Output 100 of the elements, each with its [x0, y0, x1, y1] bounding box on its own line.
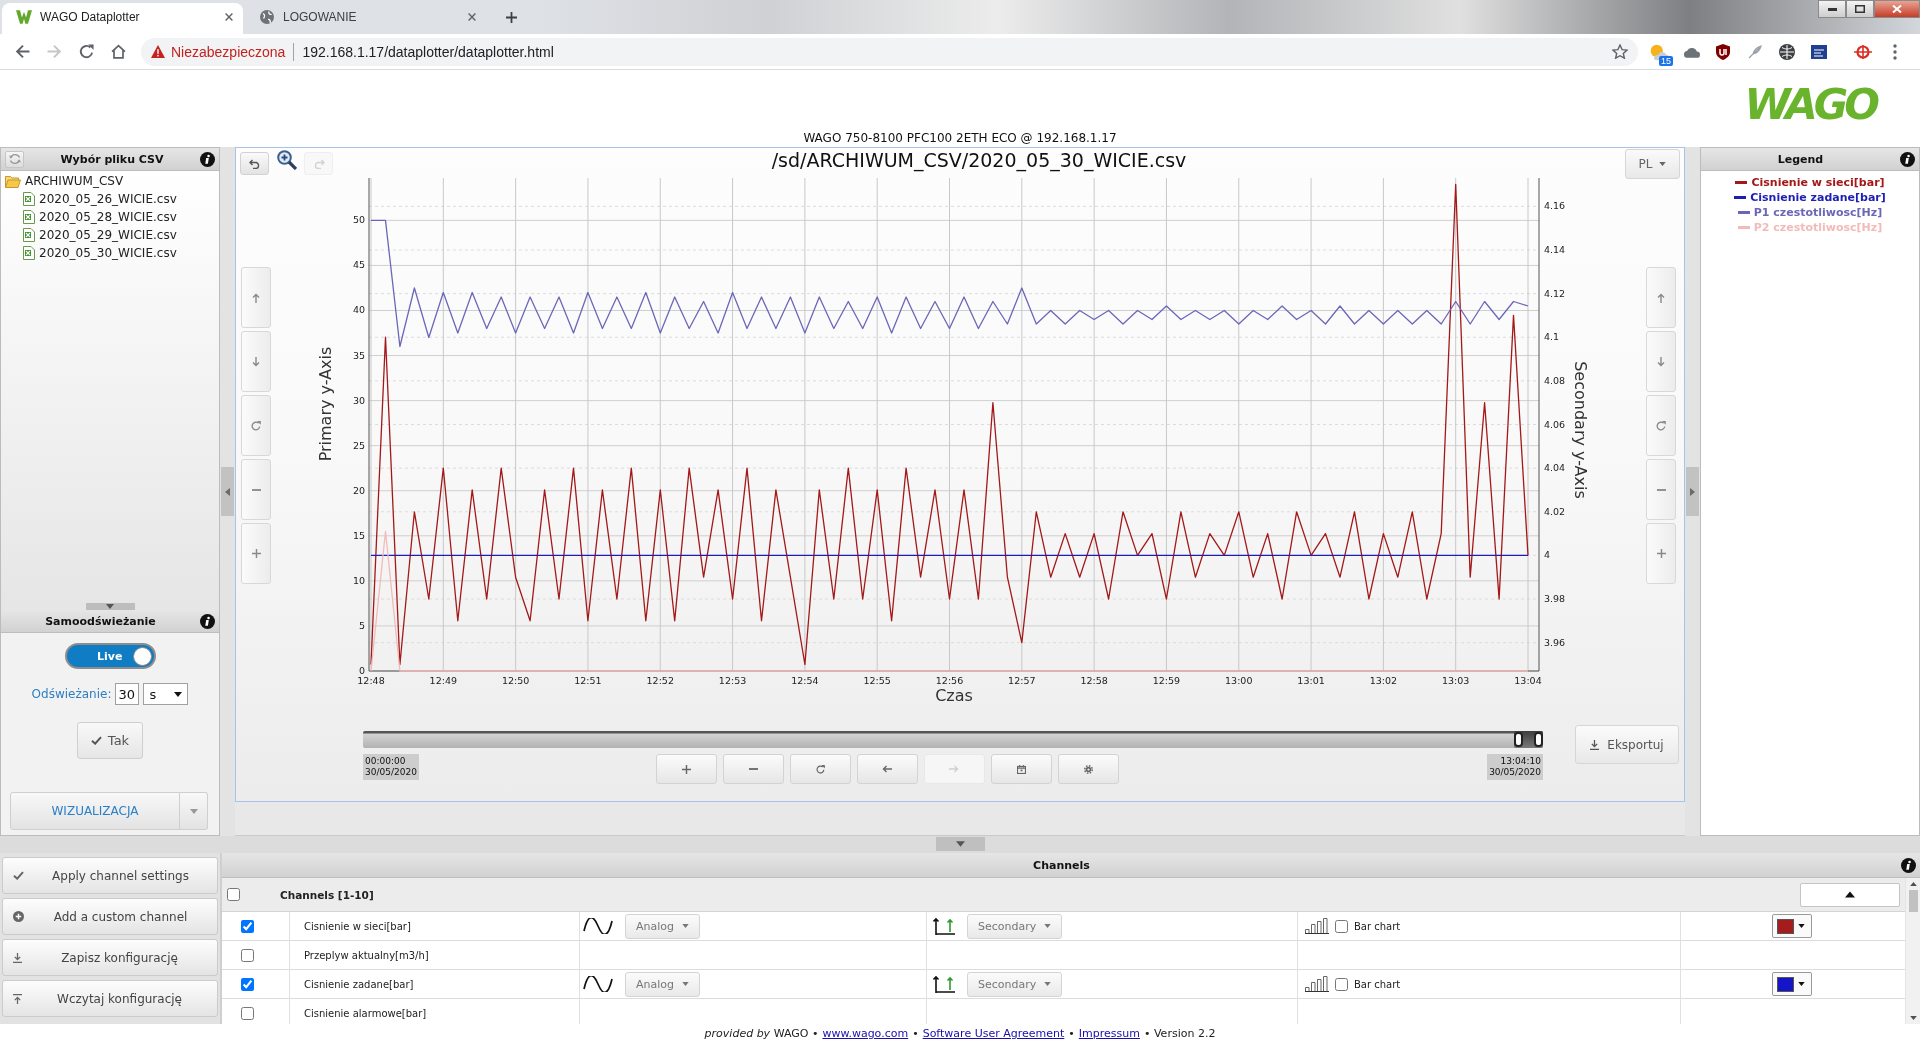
- browser-tab[interactable]: WAGO Dataplotter: [2, 3, 243, 34]
- unit-dropdown[interactable]: s: [143, 683, 189, 705]
- signal-type-dropdown[interactable]: Analog: [625, 913, 700, 939]
- axis-dropdown[interactable]: Secondary: [967, 913, 1063, 939]
- slider-handle[interactable]: [1534, 732, 1543, 747]
- bar-chart-checkbox[interactable]: [1335, 977, 1348, 991]
- collapse-handle[interactable]: [935, 837, 985, 851]
- menu-icon[interactable]: [1893, 43, 1897, 60]
- tick-label: 25: [352, 439, 365, 451]
- load-config-button[interactable]: Wczytaj konfigurację: [2, 980, 218, 1017]
- tick-label: 3.98: [1544, 593, 1566, 604]
- view-button[interactable]: WIZUALIZACJA: [10, 792, 180, 830]
- row-checkbox[interactable]: [241, 1006, 254, 1020]
- home-icon[interactable]: [110, 44, 126, 59]
- info-icon[interactable]: [1901, 857, 1916, 873]
- legend-label[interactable]: Cisnienie zadane[bar]: [1750, 191, 1886, 204]
- tree-item[interactable]: 2020_05_26_WICIE.csv: [23, 190, 219, 208]
- triangle-left-icon: [225, 487, 230, 496]
- tick-label: 12:57: [1008, 675, 1036, 686]
- date-button[interactable]: [990, 754, 1052, 784]
- feather-icon[interactable]: [1748, 44, 1762, 59]
- security-label[interactable]: Niezabezpieczona: [171, 43, 286, 60]
- add-channel-button[interactable]: Add a custom channel: [2, 898, 218, 935]
- color-picker[interactable]: [1772, 972, 1812, 996]
- close-button[interactable]: [1874, 0, 1920, 18]
- minimize-button[interactable]: [1818, 0, 1846, 18]
- axis-dropdown[interactable]: Secondary: [967, 971, 1063, 997]
- row-checkbox[interactable]: [241, 948, 254, 962]
- tick-label: 4.14: [1544, 244, 1566, 255]
- collapse-handle[interactable]: [85, 603, 135, 610]
- tree-item[interactable]: 2020_05_28_WICIE.csv: [23, 208, 219, 226]
- close-icon[interactable]: [225, 13, 233, 21]
- save-config-button[interactable]: Zapisz konfigurację: [2, 939, 218, 976]
- reload-icon[interactable]: [78, 44, 94, 59]
- select-all-checkbox[interactable]: [227, 888, 240, 901]
- dropdown-toggle[interactable]: [180, 792, 208, 830]
- tree-item[interactable]: ARCHIWUM_CSV: [5, 172, 219, 190]
- export-button[interactable]: Eksportuj: [1575, 725, 1679, 764]
- bar-chart-checkbox[interactable]: [1335, 919, 1348, 933]
- caret-icon: [682, 924, 689, 928]
- confirm-button[interactable]: Tak: [77, 722, 143, 759]
- footer-link[interactable]: Software User Agreement: [922, 1027, 1065, 1040]
- tick-label: 12:58: [1080, 675, 1108, 686]
- tick-label: 4.12: [1544, 287, 1566, 299]
- scrollbar-thumb[interactable]: [1908, 890, 1918, 912]
- color-picker[interactable]: [1772, 914, 1812, 938]
- range-selection[interactable]: [1513, 731, 1543, 748]
- shield-icon[interactable]: [1716, 43, 1730, 60]
- tree-item[interactable]: 2020_05_29_WICIE.csv: [23, 226, 219, 244]
- row-checkbox[interactable]: [241, 919, 254, 933]
- back-arrow-icon[interactable]: [14, 44, 30, 59]
- row-checkbox[interactable]: [241, 977, 254, 991]
- spreadsheet-file-icon: [23, 210, 35, 224]
- tree-item[interactable]: 2020_05_30_WICIE.csv: [23, 244, 219, 262]
- apply-button[interactable]: Apply channel settings: [2, 857, 218, 894]
- collapse-handle[interactable]: [1686, 467, 1699, 516]
- star-icon[interactable]: [1612, 44, 1628, 59]
- footer-link[interactable]: www.wago.com: [822, 1027, 909, 1040]
- legend-label[interactable]: Cisnienie w sieci[bar]: [1751, 176, 1885, 189]
- collapse-handle[interactable]: [221, 467, 234, 516]
- signal-type-dropdown[interactable]: Analog: [625, 971, 700, 997]
- reset-icon: [1656, 420, 1666, 431]
- info-icon[interactable]: [200, 613, 215, 629]
- arrow-right-icon: [949, 765, 960, 773]
- maximize-button[interactable]: [1846, 0, 1874, 18]
- maximize-icon: [1855, 5, 1865, 13]
- close-icon[interactable]: [468, 13, 476, 21]
- reset-icon: [251, 420, 261, 431]
- tick-label: 4.02: [1544, 505, 1566, 517]
- globe-icon[interactable]: [1779, 43, 1795, 60]
- triangle-down-icon: [955, 841, 965, 847]
- language-dropdown[interactable]: PL: [1625, 149, 1680, 179]
- live-toggle[interactable]: Live: [64, 643, 156, 669]
- undo-button[interactable]: [240, 152, 269, 175]
- zoom-icon[interactable]: [277, 150, 297, 170]
- legend-label[interactable]: P1 czestotliwosc[Hz]: [1753, 206, 1883, 219]
- plus-icon[interactable]: [505, 11, 517, 23]
- cloud-icon[interactable]: [1682, 45, 1700, 58]
- scrollbar[interactable]: [1905, 878, 1920, 1024]
- interval-input[interactable]: 30: [115, 683, 140, 705]
- redo-icon: [312, 158, 325, 169]
- reset-icon: [815, 764, 825, 774]
- address-bar[interactable]: Niezabezpieczona 192.168.1.17/dataplotter/dataplotter.html: [141, 37, 1638, 66]
- list-icon[interactable]: [1811, 44, 1827, 59]
- caret-icon: [682, 982, 689, 986]
- slider-handle[interactable]: [1513, 732, 1523, 747]
- tick-label: 12:56: [935, 675, 964, 686]
- info-icon[interactable]: [200, 151, 215, 167]
- range-slider-track[interactable]: [363, 731, 1543, 748]
- crosshair-icon[interactable]: [1854, 44, 1872, 59]
- arrow-up-icon: [252, 292, 260, 303]
- tick-label: 13:04: [1514, 675, 1542, 686]
- footer-link[interactable]: Impressum: [1078, 1027, 1140, 1040]
- favicon-icon: [16, 10, 32, 24]
- panel-title: Wybór pliku CSV: [59, 152, 165, 166]
- refresh-button[interactable]: [5, 150, 24, 168]
- browser-tab[interactable]: LOGOWANIE: [245, 3, 486, 34]
- info-icon[interactable]: [1900, 151, 1915, 167]
- checkbox-label: Bar chart: [1354, 978, 1401, 990]
- tick-label: 3.96: [1544, 636, 1566, 648]
